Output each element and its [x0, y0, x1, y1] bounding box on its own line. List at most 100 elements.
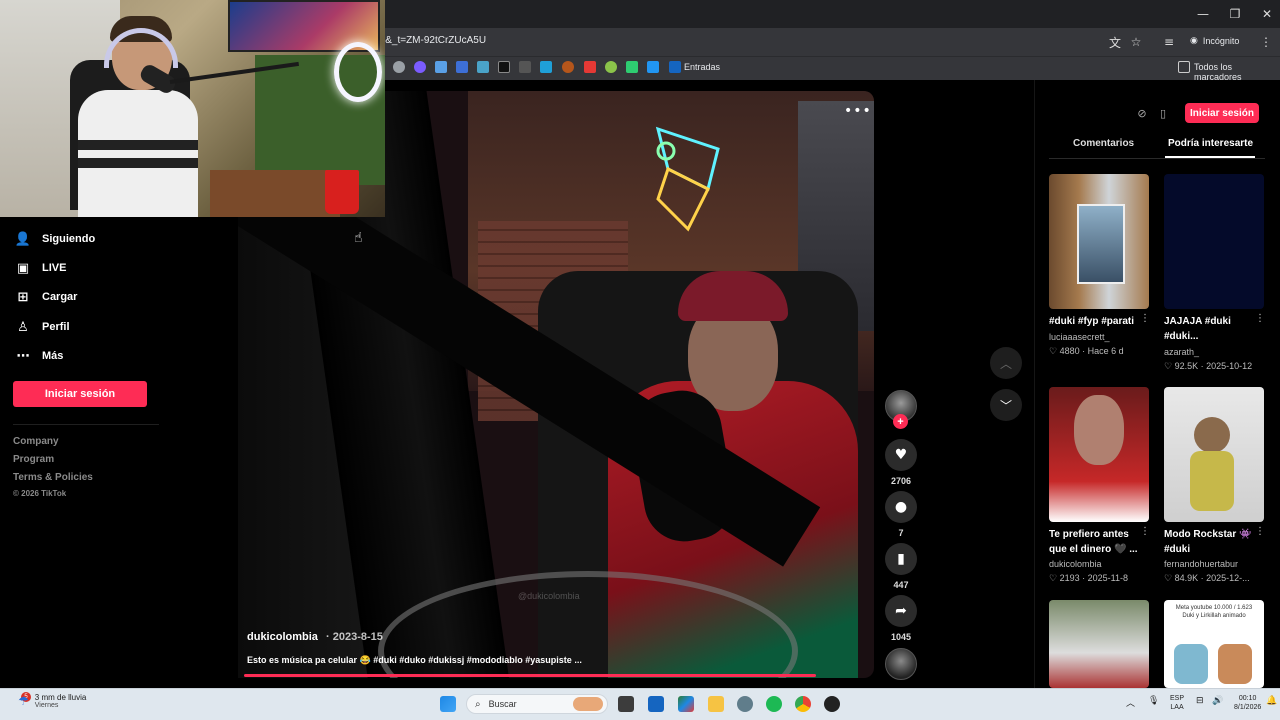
translate-icon[interactable]: 文: [1107, 34, 1123, 50]
bookmark-10-icon[interactable]: [584, 61, 596, 73]
bookmark-icon[interactable]: ▮: [885, 543, 917, 575]
task-view-icon[interactable]: [618, 696, 634, 712]
comment-icon[interactable]: ●: [885, 491, 917, 523]
card-author[interactable]: luciaaasecrett_: [1049, 332, 1110, 342]
previous-video-icon[interactable]: ︿: [990, 347, 1022, 379]
notification-icon[interactable]: 🔔: [1266, 696, 1277, 706]
bookmark-1-icon[interactable]: [393, 61, 405, 73]
taskbar-search[interactable]: ⌕ Buscar: [466, 694, 608, 714]
card-menu-icon[interactable]: ⋮: [1140, 526, 1150, 537]
video-thumbnail[interactable]: [1164, 387, 1264, 522]
bookmark-5-icon[interactable]: [477, 61, 489, 73]
bookmark-8-icon[interactable]: [540, 61, 552, 73]
card-title[interactable]: Modo Rockstar 👾 #duki: [1164, 527, 1260, 557]
bookmark-13-icon[interactable]: [647, 61, 659, 73]
settings-icon[interactable]: [737, 696, 753, 712]
next-video-icon[interactable]: ﹀: [990, 389, 1022, 421]
minimize-icon[interactable]: —: [1186, 0, 1220, 28]
video-thumbnail[interactable]: [1049, 600, 1149, 688]
tab-divider: [1049, 158, 1265, 159]
reading-list-icon[interactable]: ≡: [1161, 34, 1177, 50]
music-avatar[interactable]: [885, 648, 917, 680]
tray-chevron-icon[interactable]: ︿: [1126, 696, 1135, 709]
sidebar-login-button[interactable]: Iniciar sesión: [13, 381, 147, 407]
sidebar-item-label: Perfil: [42, 321, 70, 333]
card-menu-icon[interactable]: ⋮: [1140, 313, 1150, 324]
bookmark-6-icon[interactable]: [498, 61, 510, 73]
video-thumbnail[interactable]: [1049, 387, 1149, 522]
copilot-icon[interactable]: [678, 696, 694, 712]
bookmark-9-icon[interactable]: [562, 61, 574, 73]
bookmark-entradas-icon[interactable]: [669, 61, 681, 73]
sidebar-divider: [13, 424, 159, 425]
file-explorer-icon[interactable]: [708, 696, 724, 712]
tab-suggestions[interactable]: Podría interesarte: [1168, 138, 1253, 149]
bookmark-3-icon[interactable]: [435, 61, 447, 73]
card-menu-icon[interactable]: ⋮: [1255, 313, 1265, 324]
obs-icon[interactable]: [824, 696, 840, 712]
video-thumbnail[interactable]: [1164, 174, 1264, 309]
language-indicator[interactable]: ESP LAA: [1170, 694, 1184, 712]
menu-icon[interactable]: ⋮: [1258, 34, 1274, 50]
like-icon[interactable]: ♥: [885, 439, 917, 471]
restore-icon[interactable]: ❐: [1218, 0, 1252, 28]
card-meta: ♡ 92.5K · 2025-10-12: [1164, 361, 1253, 371]
spotify-icon[interactable]: [766, 696, 782, 712]
video-more-icon[interactable]: •••: [844, 103, 872, 119]
weather-widget[interactable]: ☂ 3 mm de lluvia Viernes: [18, 693, 86, 709]
close-icon[interactable]: ✕: [1250, 0, 1280, 28]
share-icon[interactable]: ➦: [885, 595, 917, 627]
company-link[interactable]: Company: [13, 436, 59, 447]
windows-start-icon[interactable]: [440, 696, 456, 712]
video-progress-bar[interactable]: [244, 674, 817, 677]
card-author[interactable]: azarath_: [1164, 347, 1199, 357]
sidebar-item-more[interactable]: ⋯ Más: [16, 349, 64, 364]
card-meta: ♡ 4880 · Hace 6 d: [1049, 346, 1124, 356]
folder-icon[interactable]: [1178, 61, 1190, 73]
video-thumbnail[interactable]: [1049, 174, 1149, 309]
sidebar-item-profile[interactable]: ♙ Perfil: [16, 319, 70, 335]
terms-link[interactable]: Terms & Policies: [13, 472, 93, 483]
video-author[interactable]: dukicolombia: [247, 631, 318, 643]
weather-text: 3 mm de lluvia: [34, 693, 87, 702]
network-icon[interactable]: ⊟: [1196, 696, 1204, 706]
follow-plus-icon[interactable]: +: [893, 414, 908, 429]
following-icon: 👤: [14, 231, 32, 247]
compass-icon[interactable]: ⊘: [1134, 105, 1150, 121]
profile-icon: ♙: [17, 319, 29, 335]
sidebar-item-upload[interactable]: ⊞ Cargar: [16, 290, 78, 305]
tab-comments[interactable]: Comentarios: [1073, 138, 1134, 149]
video-description[interactable]: Esto es música pa celular 😂 #duki #duko …: [247, 655, 582, 666]
star-icon[interactable]: ☆: [1128, 34, 1144, 50]
card-title[interactable]: #duki #fyp #parati: [1049, 314, 1145, 329]
card-author[interactable]: dukicolombia: [1049, 559, 1102, 569]
bookmark-11-icon[interactable]: [605, 61, 617, 73]
bookmark-4-icon[interactable]: [456, 61, 468, 73]
card-menu-icon[interactable]: ⋮: [1255, 526, 1265, 537]
program-link[interactable]: Program: [13, 454, 54, 465]
card-author[interactable]: fernandohuertabur: [1164, 559, 1238, 569]
microphone-icon[interactable]: 🎙: [1148, 696, 1159, 706]
system-clock[interactable]: 00:10 8/1/2026: [1234, 694, 1261, 712]
card-title[interactable]: Te prefiero antes que el dinero 🖤 ...: [1049, 527, 1145, 557]
bookmark-12-icon[interactable]: [626, 61, 638, 73]
rain-icon: ☂: [18, 694, 29, 708]
sidebar-item-live[interactable]: ▣ LIVE: [16, 260, 67, 276]
heart-outline-icon: ♡: [1049, 573, 1058, 583]
video-thumbnail[interactable]: Meta youtube 10.000 / 1.623 Duki y Lirki…: [1164, 600, 1264, 688]
sidebar-item-following[interactable]: 👤 Siguiendo: [14, 231, 95, 247]
volume-icon[interactable]: 🔊: [1212, 696, 1223, 706]
all-bookmarks[interactable]: Todos los marcadores: [1194, 62, 1280, 82]
header-login-button[interactable]: Iniciar sesión: [1185, 103, 1259, 123]
live-icon: ▣: [16, 260, 30, 276]
incognito-badge[interactable]: ◉ Incógnito: [1190, 35, 1239, 46]
store-icon[interactable]: [648, 696, 664, 712]
bookmark-2-icon[interactable]: [414, 61, 426, 73]
bookmark-7-icon[interactable]: [519, 61, 531, 73]
like-count: 2706: [890, 476, 912, 486]
chrome-icon[interactable]: [795, 696, 811, 712]
url-text[interactable]: l&_t=ZM-92tCrZUcA5U: [383, 35, 486, 46]
bookmark-entradas[interactable]: Entradas: [684, 62, 720, 72]
device-icon[interactable]: ▯: [1155, 105, 1171, 121]
card-title[interactable]: JAJAJA #duki #duki...: [1164, 314, 1260, 344]
